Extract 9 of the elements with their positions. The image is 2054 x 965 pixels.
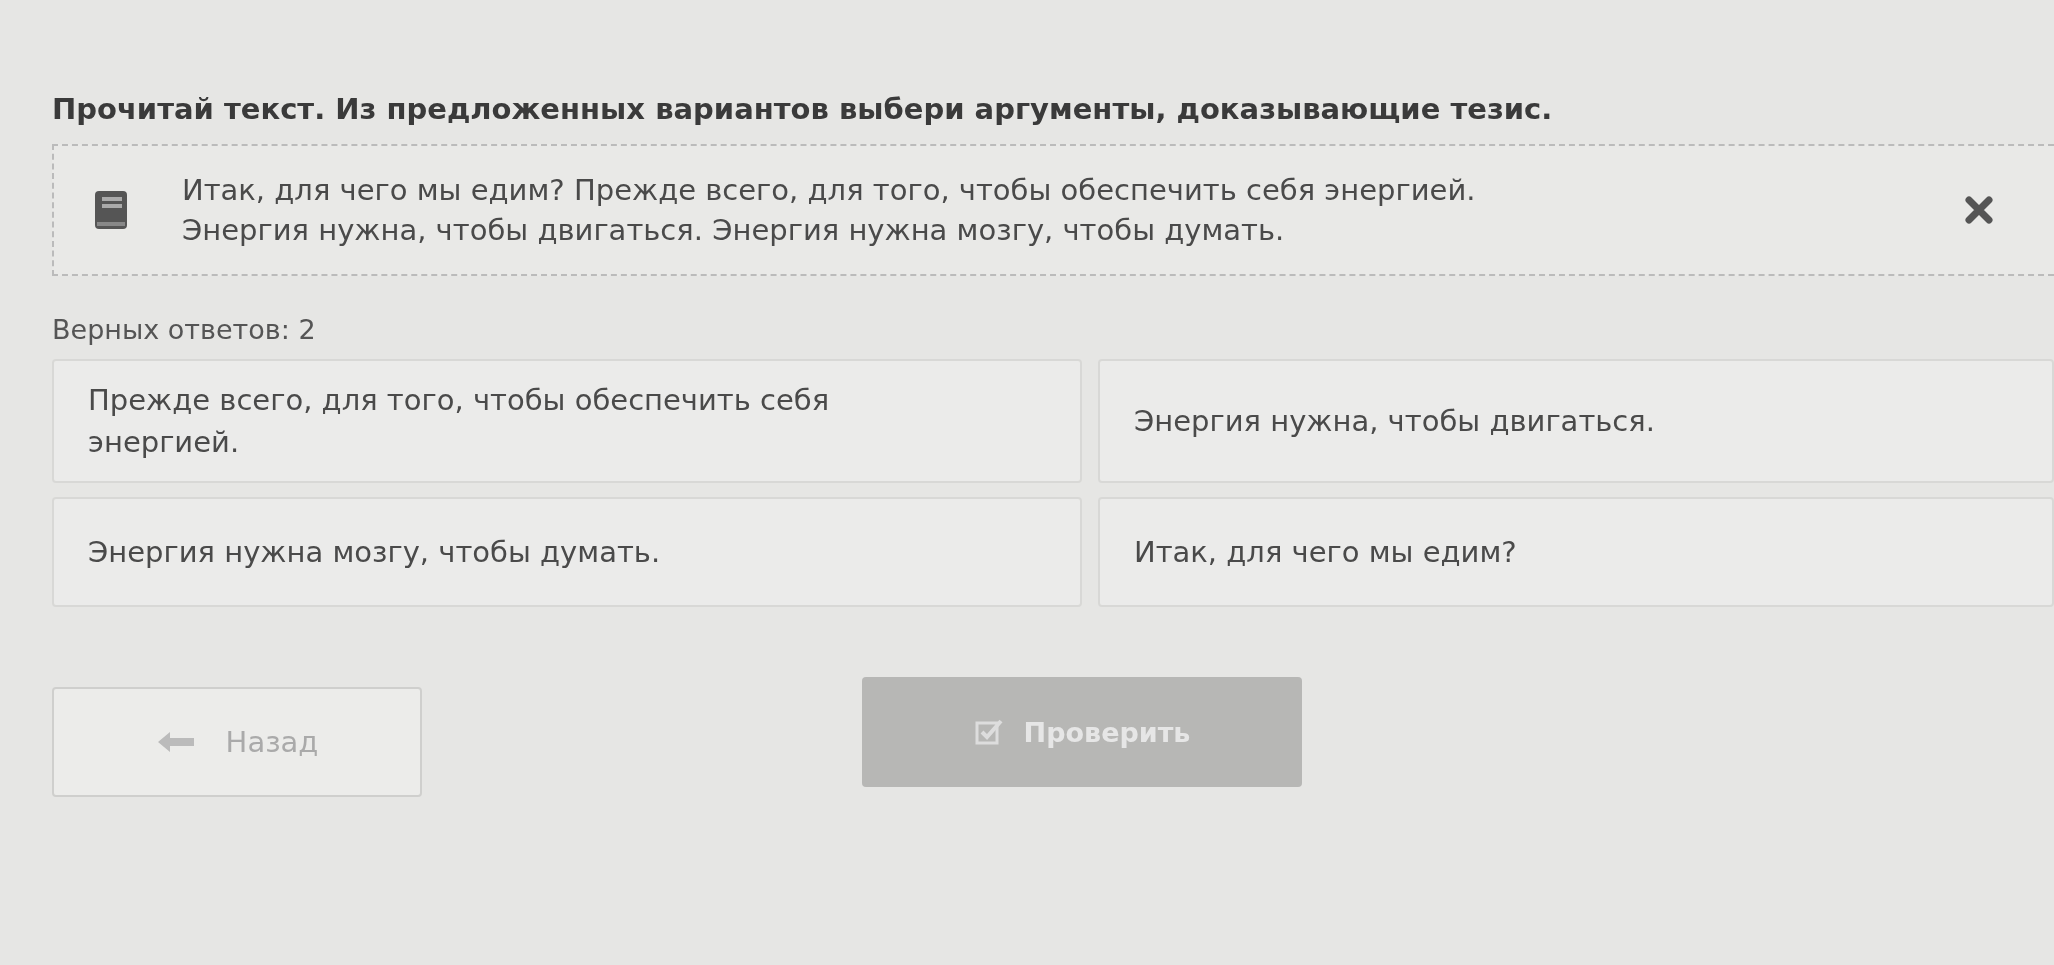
task-title: Прочитай текст. Из предложенных вариантов выбери аргументы, доказывающие тезис. — [52, 92, 1554, 126]
answer-option[interactable]: Итак, для чего мы едим? — [1098, 497, 2054, 607]
close-icon[interactable] — [1964, 195, 1994, 225]
passage-text: Итак, для чего мы едим? Прежде всего, для того, чтобы обеспечить себя энергией. Энергия нужна, чтобы двигаться. Энергия нужна мозгу, чтобы думать. — [182, 172, 1477, 249]
checkbox-icon — [973, 717, 1004, 747]
answer-option[interactable]: Прежде всего, для того, чтобы обеспечить себя энергией. — [52, 359, 1082, 483]
answer-count: Верных ответов: 2 — [52, 314, 317, 345]
answer-option[interactable]: Энергия нужна, чтобы двигаться. — [1098, 359, 2054, 483]
answer-option[interactable]: Энергия нужна мозгу, чтобы думать. — [52, 497, 1082, 607]
